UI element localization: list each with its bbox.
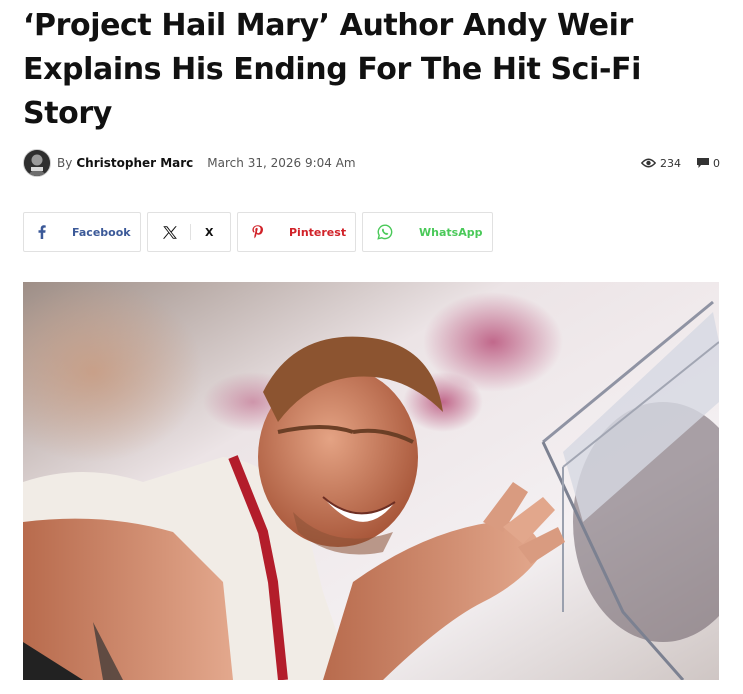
- x-icon: [162, 224, 178, 240]
- share-whatsapp-label: WhatsApp: [419, 225, 483, 239]
- share-facebook-label: Facebook: [72, 225, 131, 239]
- pinterest-icon: [252, 224, 263, 240]
- by-label: By: [57, 156, 73, 170]
- share-buttons: Facebook X Pinterest WhatsApp: [23, 212, 499, 252]
- eye-icon: [641, 158, 656, 168]
- divider: [190, 224, 191, 240]
- whatsapp-icon: [377, 224, 393, 240]
- post-meta: By Christopher Marc March 31, 2026 9:04 …: [23, 149, 720, 177]
- share-x-button[interactable]: X: [147, 212, 231, 252]
- share-pinterest-label: Pinterest: [289, 225, 347, 239]
- author-avatar[interactable]: [23, 149, 51, 177]
- post-stats: 234 0: [641, 157, 720, 170]
- comment-icon[interactable]: [697, 157, 709, 169]
- share-whatsapp-button[interactable]: WhatsApp: [362, 212, 493, 252]
- share-x-label: X: [205, 225, 214, 239]
- share-facebook-button[interactable]: Facebook: [23, 212, 141, 252]
- share-pinterest-button[interactable]: Pinterest: [237, 212, 356, 252]
- author-name-link[interactable]: Christopher Marc: [76, 156, 193, 170]
- article-title: ‘Project Hail Mary’ Author Andy Weir Exp…: [23, 8, 641, 131]
- article-featured-image: [23, 282, 719, 680]
- facebook-icon: [38, 224, 46, 240]
- comment-count[interactable]: 0: [713, 157, 720, 170]
- post-date: March 31, 2026 9:04 Am: [207, 156, 356, 170]
- view-count: 234: [660, 156, 681, 170]
